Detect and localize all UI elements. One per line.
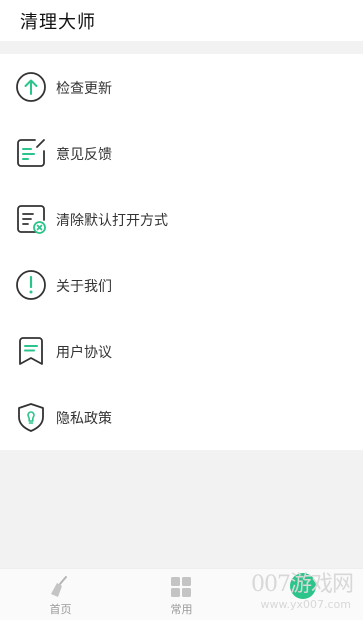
menu-item-label: 意见反馈	[56, 147, 112, 163]
settings-menu: 检查更新 意见反馈 清除默认打开方式 关于我们 用户协议 隐私政策	[0, 54, 363, 450]
menu-item-user-agreement[interactable]: 用户协议	[0, 318, 363, 384]
settings-active-icon	[290, 573, 316, 599]
bottom-tab-bar: 首页 常用	[0, 568, 363, 620]
menu-item-label: 用户协议	[56, 345, 112, 361]
menu-item-feedback[interactable]: 意见反馈	[0, 120, 363, 186]
tab-settings[interactable]	[242, 569, 363, 620]
menu-item-label: 清除默认打开方式	[56, 213, 168, 229]
tab-common[interactable]: 常用	[121, 569, 242, 620]
feedback-edit-icon	[15, 137, 47, 169]
broom-icon	[48, 575, 72, 599]
tab-label: 首页	[49, 603, 72, 616]
tab-label: 常用	[170, 603, 193, 616]
menu-item-clear-default[interactable]: 清除默认打开方式	[0, 186, 363, 252]
grid-icon	[169, 575, 193, 599]
menu-item-label: 检查更新	[56, 81, 112, 97]
page-title: 清理大师	[20, 12, 96, 33]
menu-item-label: 关于我们	[56, 279, 112, 295]
menu-item-privacy-policy[interactable]: 隐私政策	[0, 384, 363, 450]
menu-item-about-us[interactable]: 关于我们	[0, 252, 363, 318]
privacy-shield-icon	[15, 401, 47, 433]
menu-item-label: 隐私政策	[56, 411, 112, 427]
app-header: 清理大师	[0, 0, 363, 41]
info-exclamation-icon	[15, 269, 47, 301]
upload-arrow-icon	[15, 71, 47, 103]
agreement-ribbon-icon	[15, 335, 47, 367]
menu-item-check-update[interactable]: 检查更新	[0, 54, 363, 120]
clear-default-icon	[15, 203, 47, 235]
tab-home[interactable]: 首页	[0, 569, 121, 620]
